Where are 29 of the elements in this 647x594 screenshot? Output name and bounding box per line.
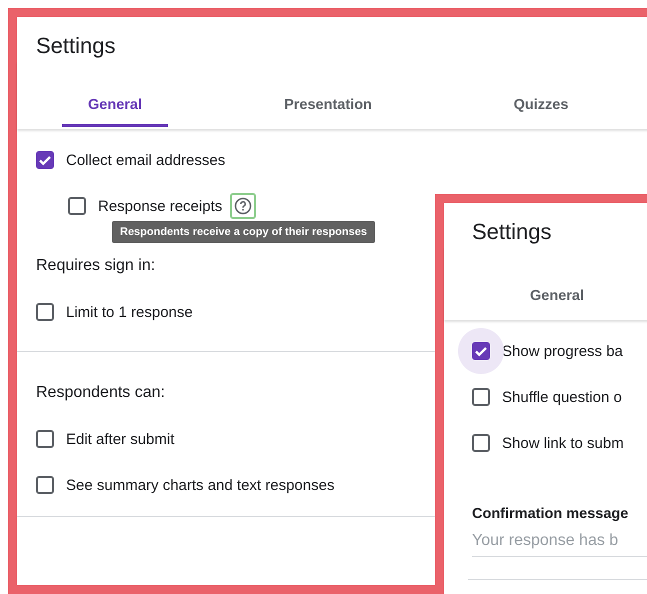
section-heading: Requires sign in:: [36, 256, 156, 276]
help-button[interactable]: [230, 193, 256, 219]
checkbox[interactable]: [36, 430, 54, 448]
checkbox-label: Shuffle question o: [502, 388, 622, 406]
checkbox-label: Collect email addresses: [66, 152, 226, 168]
help-icon: [234, 197, 252, 215]
checkbox[interactable]: [68, 197, 86, 215]
dialog-title: Settings: [471, 218, 552, 246]
dialog-title: Settings: [35, 32, 116, 60]
text-field[interactable]: Your response has b: [472, 522, 647, 557]
checkbox[interactable]: [472, 342, 490, 360]
checkbox-label: Limit to 1 response: [66, 304, 193, 320]
tab[interactable]: General: [62, 95, 168, 127]
tooltip: Respondents receive a copy of their responses: [112, 221, 375, 243]
checkbox[interactable]: [36, 151, 54, 169]
checkbox[interactable]: [472, 434, 490, 452]
field-label: Confirmation message: [472, 505, 628, 522]
checkbox-label: Show progress ba: [502, 342, 623, 360]
checkbox-label: Show link to subm: [502, 434, 624, 452]
checkbox[interactable]: [36, 476, 54, 494]
checkbox-label: See summary charts and text responses: [66, 476, 334, 494]
tab[interactable]: Quizzes: [488, 95, 594, 127]
checkbox[interactable]: [472, 388, 490, 406]
checkbox[interactable]: [36, 303, 54, 321]
section-heading: Respondents can:: [36, 383, 165, 403]
tab[interactable]: General: [504, 286, 610, 318]
tab[interactable]: Presentation: [275, 95, 381, 127]
checkbox-label: Edit after submit: [66, 430, 174, 448]
checkbox-label: Response receipts: [98, 198, 222, 214]
